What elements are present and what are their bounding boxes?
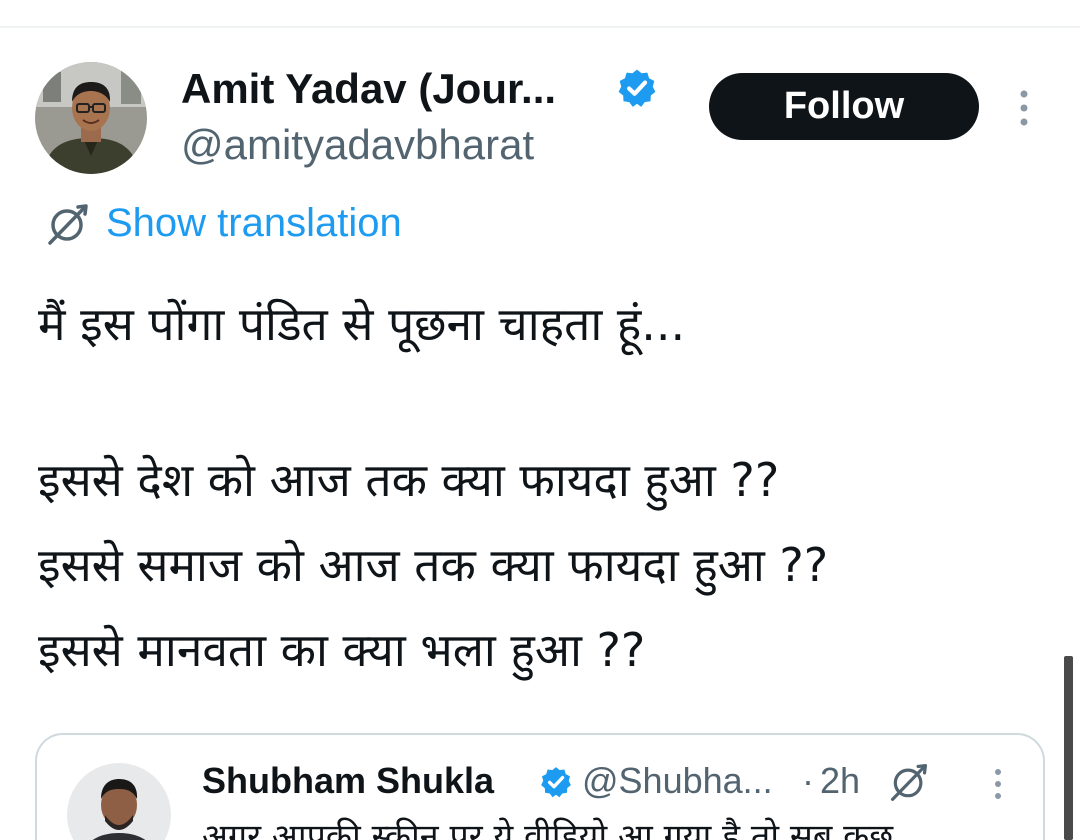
avatar-photo [35,62,147,174]
author-handle[interactable]: @amityadavbharat [181,120,534,170]
tweet-text-line: इससे समाज को आज तक क्या फायदा हुआ ?? [38,538,829,592]
quoted-more-options-icon[interactable] [985,767,1011,801]
scrollbar-thumb[interactable] [1064,656,1073,840]
follow-button[interactable]: Follow [709,73,979,140]
top-divider [0,26,1080,28]
show-translation-link[interactable]: Show translation [106,198,402,248]
tweet-screen: Amit Yadav (Jour... @amityadavbharat Fol… [0,0,1080,840]
verified-badge-icon [618,69,656,107]
quoted-tweet-card[interactable]: Shubham Shukla @Shubha... · 2h अगर आपकी … [35,733,1045,840]
quoted-tweet-text: अगर आपकी स्क्रीन पर ये वीडियो आ गया है त… [202,817,894,840]
tweet-text-line: इससे देश को आज तक क्या फायदा हुआ ?? [38,453,780,507]
quoted-timestamp[interactable]: 2h [820,759,860,803]
quoted-author-handle[interactable]: @Shubha... [582,759,773,803]
tweet-text-line: मैं इस पोंगा पंडित से पूछना चाहता हूं... [38,297,686,351]
quoted-avatar-photo [67,763,171,840]
quoted-verified-badge-icon [541,767,571,798]
translate-icon [48,204,88,245]
quoted-author-avatar[interactable] [67,763,171,840]
quoted-separator: · [802,760,814,801]
author-avatar[interactable] [35,62,147,174]
more-options-icon[interactable] [1008,88,1040,128]
quoted-translate-icon[interactable] [887,761,931,803]
tweet-text-line: इससे मानवता का क्या भला हुआ ?? [38,623,646,677]
author-display-name[interactable]: Amit Yadav (Jour... [181,64,556,114]
quoted-author-name[interactable]: Shubham Shukla [202,759,494,803]
